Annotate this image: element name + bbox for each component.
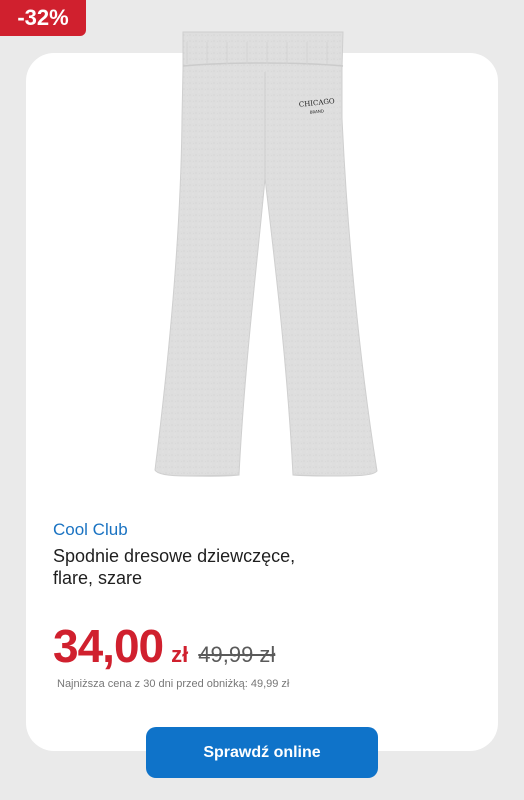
current-price: 34,00: [53, 620, 164, 672]
lowest-price-note: Najniższa cena z 30 dni przed obniżką: 4…: [57, 678, 290, 690]
discount-badge: -32%: [0, 0, 86, 36]
price-row: 34,00 zł 49,99 zł: [53, 619, 275, 673]
product-name[interactable]: Spodnie dresowe dziewczęce, flare, szare: [53, 545, 313, 589]
product-brand[interactable]: Cool Club: [53, 520, 128, 540]
product-image[interactable]: CHICAGO BRAND: [147, 28, 385, 500]
old-price: 49,99 zł: [198, 642, 276, 667]
check-online-button[interactable]: Sprawdź online: [146, 727, 378, 778]
price-currency: zł: [171, 642, 189, 667]
